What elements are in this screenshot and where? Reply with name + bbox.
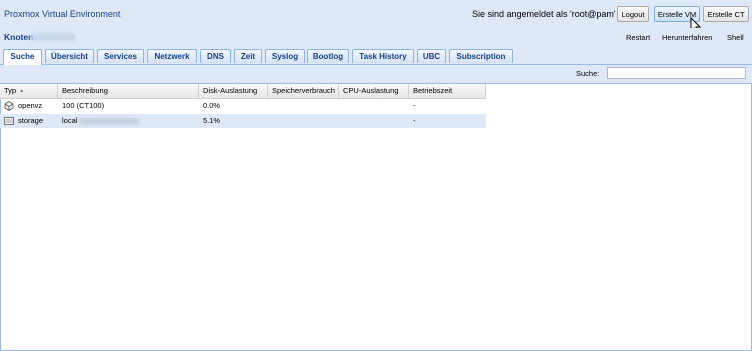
create-ct-button[interactable]: Erstelle CT xyxy=(703,6,749,22)
search-toolbar: Suche: xyxy=(0,65,752,84)
tab-ubc[interactable]: UBC xyxy=(417,49,446,63)
restart-button[interactable]: Restart xyxy=(626,33,650,42)
row-uptime: - xyxy=(413,116,416,125)
tab-dns[interactable]: DNS xyxy=(200,49,231,63)
logout-button[interactable]: Logout xyxy=(617,6,649,22)
storage-icon xyxy=(4,117,14,125)
tab-subscription[interactable]: Subscription xyxy=(449,49,513,63)
row-description: local xyxy=(62,116,78,125)
shell-button[interactable]: Shell xyxy=(727,33,744,42)
column-header-typ[interactable]: Typ ▲ xyxy=(0,84,58,98)
row-description-cell: local xyxy=(58,114,199,128)
column-header-cpu[interactable]: CPU-Auslastung xyxy=(339,84,409,98)
tab-services[interactable]: Services xyxy=(97,49,144,63)
tab-bar: Suche Übersicht Services Netzwerk DNS Ze… xyxy=(0,48,752,65)
column-header-beschreibung[interactable]: Beschreibung xyxy=(58,84,199,98)
top-bar: Proxmox Virtual Environment Sie sind ang… xyxy=(0,0,752,35)
container-icon xyxy=(4,101,14,111)
column-header-label: Typ xyxy=(4,86,17,95)
tab-zeit[interactable]: Zeit xyxy=(234,49,262,63)
table-row[interactable]: storage local 5.1% - xyxy=(0,114,486,128)
row-disk: 5.1% xyxy=(203,116,221,125)
column-header-uptime[interactable]: Betriebszeit xyxy=(409,84,486,98)
row-type: storage xyxy=(18,116,44,125)
shutdown-button[interactable]: Herunterfahren xyxy=(662,33,712,42)
node-header: Knoten Restart Herunterfahren Shell xyxy=(0,28,752,48)
row-uptime: - xyxy=(413,101,416,110)
tab-suche[interactable]: Suche xyxy=(3,49,42,65)
grid-header: Typ ▲ Beschreibung Disk-Auslastung Speich… xyxy=(0,84,486,99)
tab-uebersicht[interactable]: Übersicht xyxy=(45,49,94,63)
row-memory xyxy=(268,99,339,113)
sort-ascending-icon: ▲ xyxy=(19,88,25,95)
row-memory xyxy=(268,114,339,128)
row-type: openvz xyxy=(18,101,43,110)
column-header-memory[interactable]: Speicherverbrauch xyxy=(268,84,339,98)
tab-bootlog[interactable]: Bootlog xyxy=(307,49,349,63)
tab-task-history[interactable]: Task History xyxy=(352,49,414,63)
login-status: Sie sind angemeldet als 'root@pam' xyxy=(472,9,616,19)
app-title: Proxmox Virtual Environment xyxy=(4,9,121,19)
tab-netzwerk[interactable]: Netzwerk xyxy=(147,49,197,63)
row-cpu xyxy=(339,99,409,113)
search-label: Suche: xyxy=(576,69,600,78)
node-name-redacted xyxy=(31,33,75,41)
row-cpu xyxy=(339,114,409,128)
node-title: Knoten xyxy=(4,32,34,42)
row-description: 100 (CT100) xyxy=(62,101,105,110)
row-disk: 0.0% xyxy=(203,101,221,110)
search-input[interactable] xyxy=(607,67,746,79)
redacted-text xyxy=(79,117,140,125)
table-row[interactable]: openvz 100 (CT100) 0.0% - xyxy=(0,99,486,113)
tab-syslog[interactable]: Syslog xyxy=(265,49,305,63)
column-header-disk[interactable]: Disk-Auslastung xyxy=(199,84,268,98)
